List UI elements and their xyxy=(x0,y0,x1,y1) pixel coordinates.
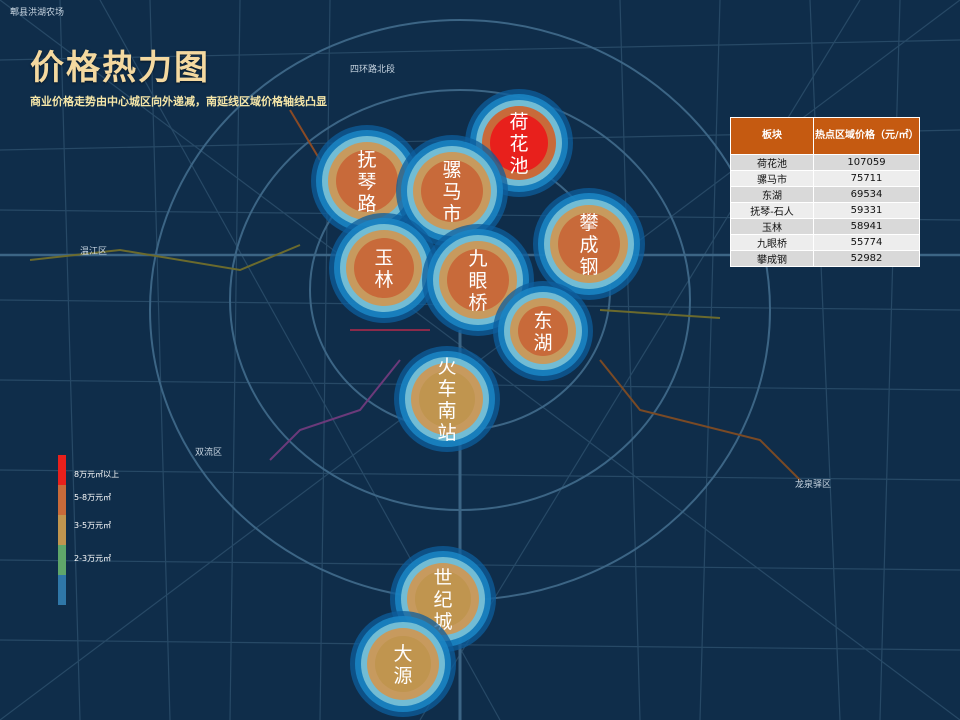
block-name: 抚琴-石人 xyxy=(730,202,814,219)
block-name: 攀成钢 xyxy=(730,250,814,267)
hotspot-大源: 大源 xyxy=(350,611,456,717)
table-row: 攀成钢 52982 xyxy=(730,250,920,267)
hotspot-label-char: 琴 xyxy=(357,171,376,193)
block-price: 52982 xyxy=(813,250,920,267)
svg-text:四环路北段: 四环路北段 xyxy=(350,63,395,75)
table-row: 玉林 58941 xyxy=(730,218,920,235)
svg-text:双流区: 双流区 xyxy=(195,446,222,458)
price-legend: 8万元㎡以上 5-8万元㎡ 3-5万元㎡ 2-3万元㎡ xyxy=(58,455,148,605)
hotspot-label-char: 源 xyxy=(393,665,412,687)
hotspot-label-char: 桥 xyxy=(468,292,487,314)
hotspot-label-char: 钢 xyxy=(579,256,598,278)
legend-label-tier4: 2-3万元㎡ xyxy=(74,554,112,563)
hotspot-label-char: 眼 xyxy=(468,270,487,292)
hotspot-label-char: 成 xyxy=(579,234,598,256)
legend-swatch-tier5 xyxy=(58,575,66,605)
block-price: 58941 xyxy=(813,218,920,235)
page-title: 价格热力图 xyxy=(30,48,210,88)
hotspot-label-char: 站 xyxy=(437,422,456,444)
block-name: 荷花池 xyxy=(730,154,814,171)
table-row: 荷花池 107059 xyxy=(730,154,920,171)
hotspot-label-char: 纪 xyxy=(433,589,452,611)
block-price: 55774 xyxy=(813,234,920,251)
block-price: 59331 xyxy=(813,202,920,219)
block-price: 69534 xyxy=(813,186,920,203)
block-price: 107059 xyxy=(813,154,920,171)
block-name: 骡马市 xyxy=(730,170,814,187)
block-price: 75711 xyxy=(813,170,920,187)
block-name: 九眼桥 xyxy=(730,234,814,251)
hotspot-东湖: 东湖 xyxy=(493,281,593,381)
table-row: 东湖 69534 xyxy=(730,186,920,203)
price-table: 板块 热点区域价格（元/㎡） 荷花池 107059 骡马市 75711 东湖 6953… xyxy=(730,117,920,267)
hotspot-label-char: 湖 xyxy=(533,332,552,354)
legend-label-tier2: 5-8万元㎡ xyxy=(74,493,112,502)
hotspot-label-char: 路 xyxy=(357,193,376,215)
hotspot-label-char: 攀 xyxy=(579,212,598,234)
hotspot-label-char: 骡 xyxy=(442,159,461,181)
legend-swatch-tier3 xyxy=(58,515,66,545)
hotspot-火车南站: 火车南站 xyxy=(394,346,500,452)
hotspot-label-char: 荷 xyxy=(509,111,528,133)
legend-label-tier1: 8万元㎡以上 xyxy=(74,470,120,479)
legend-swatch-tier2 xyxy=(58,485,66,515)
hotspot-label-char: 世 xyxy=(433,567,452,589)
svg-text:温江区: 温江区 xyxy=(80,246,107,257)
hotspot-label-char: 抚 xyxy=(357,149,376,171)
table-row: 骡马市 75711 xyxy=(730,170,920,187)
hotspot-label-char: 花 xyxy=(509,133,528,155)
table-header-block: 板块 xyxy=(730,117,814,155)
svg-text:郫县洪湖农场: 郫县洪湖农场 xyxy=(10,6,64,18)
hotspot-label-char: 东 xyxy=(533,310,552,332)
block-name: 东湖 xyxy=(730,186,814,203)
hotspot-label-char: 市 xyxy=(442,203,461,225)
legend-swatch-tier4 xyxy=(58,545,66,575)
hotspot-label-char: 玉 xyxy=(374,247,393,269)
hotspot-label-char: 车 xyxy=(437,378,456,400)
legend-label-tier3: 3-5万元㎡ xyxy=(74,521,112,530)
hotspot-label-char: 火 xyxy=(437,356,456,378)
hotspot-label-char: 南 xyxy=(437,400,456,422)
hotspot-label-char: 大 xyxy=(393,643,412,665)
svg-text:龙泉驿区: 龙泉驿区 xyxy=(795,478,831,490)
hotspot-label-char: 林 xyxy=(374,269,393,291)
hotspot-label-char: 九 xyxy=(468,248,487,270)
legend-swatch-tier1 xyxy=(58,455,66,485)
table-row: 九眼桥 55774 xyxy=(730,234,920,251)
hotspot-玉林: 玉林 xyxy=(329,213,439,323)
block-name: 玉林 xyxy=(730,218,814,235)
page-subtitle: 商业价格走势由中心城区向外递减，南延线区域价格轴线凸显 xyxy=(30,95,327,108)
hotspot-label-char: 马 xyxy=(442,181,461,203)
hotspot-label-char: 池 xyxy=(509,155,528,177)
table-header-price: 热点区域价格（元/㎡） xyxy=(813,117,920,155)
table-row: 抚琴-石人 59331 xyxy=(730,202,920,219)
